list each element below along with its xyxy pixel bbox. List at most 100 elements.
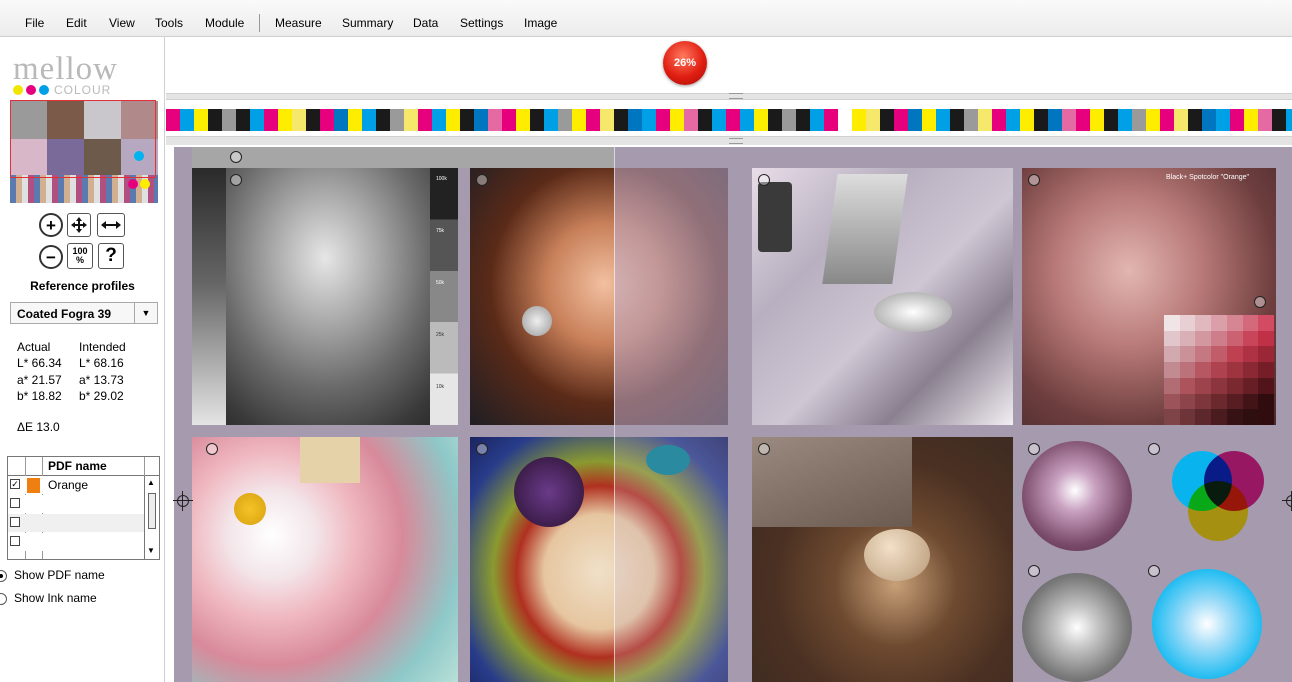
menu-measure[interactable]: Measure [275, 16, 322, 30]
splitter-grip-icon[interactable] [729, 93, 743, 99]
egg-in-nest-image [752, 437, 1013, 682]
menu-separator [259, 14, 260, 32]
help-button[interactable]: ? [98, 243, 124, 269]
tint-patch [1179, 315, 1196, 332]
patch-number-icon [1028, 174, 1040, 186]
patch-number-icon [1028, 565, 1040, 577]
color-patch [824, 109, 838, 131]
menu-edit[interactable]: Edit [66, 16, 87, 30]
fruit-bowl-image [470, 437, 728, 682]
color-control-strip[interactable] [166, 109, 1292, 131]
reference-profile-select[interactable]: Coated Fogra 39 ▼ [10, 302, 158, 324]
table-row[interactable] [8, 495, 144, 513]
color-patch [1216, 109, 1230, 131]
color-patch [362, 109, 376, 131]
tint-patch [1242, 362, 1259, 379]
patch-number-icon [758, 443, 770, 455]
tint-patch [1179, 393, 1196, 410]
color-patch [908, 109, 922, 131]
color-patch [376, 109, 390, 131]
fit-width-button[interactable] [97, 213, 125, 237]
color-patch [418, 109, 432, 131]
show-pdf-name-radio[interactable] [0, 570, 7, 582]
zoom-out-button[interactable]: − [39, 245, 63, 269]
row-checkbox[interactable] [10, 517, 20, 527]
color-patch [236, 109, 250, 131]
scroll-up-icon[interactable]: ▲ [147, 478, 155, 487]
intended-label: Intended [79, 340, 126, 354]
zoom-in-button[interactable]: + [39, 213, 63, 237]
color-patch [474, 109, 488, 131]
patch-number-icon [1148, 443, 1160, 455]
tint-patch [1226, 362, 1244, 379]
step-label: 25k [436, 332, 445, 338]
color-patch [530, 109, 544, 131]
step-label: 50k [436, 280, 445, 286]
patch-number-icon [230, 174, 242, 186]
tint-patch [1226, 377, 1244, 395]
color-patch [600, 109, 614, 131]
scroll-thumb[interactable] [148, 493, 156, 529]
table-scrollbar[interactable]: ▲ ▼ [144, 476, 159, 559]
color-patch [1034, 109, 1048, 131]
patch-number-icon [1254, 296, 1266, 308]
tint-patch [1179, 330, 1196, 347]
color-patch [880, 109, 894, 131]
tint-patch [1195, 393, 1212, 410]
sidebar: mellow COLOUR + − 100 % ? Reference prof… [0, 37, 165, 682]
table-row[interactable] [8, 533, 144, 551]
scroll-down-icon[interactable]: ▼ [147, 546, 155, 555]
row-checkbox[interactable] [10, 536, 20, 546]
pdf-name-column-header[interactable]: PDF name [48, 459, 107, 473]
tint-patch [1258, 409, 1275, 425]
fit-all-button[interactable] [67, 213, 91, 237]
tint-patch [1211, 315, 1228, 332]
move-arrows-icon [71, 217, 87, 233]
tint-patch [1258, 377, 1275, 395]
tint-patch [1242, 346, 1259, 363]
menu-module[interactable]: Module [205, 16, 244, 30]
menu-settings[interactable]: Settings [460, 16, 503, 30]
color-patch [1202, 109, 1216, 131]
show-ink-name-label[interactable]: Show Ink name [14, 591, 97, 606]
table-row[interactable] [8, 514, 144, 532]
row-pdf-name: Orange [48, 478, 89, 492]
zoom-100-button[interactable]: 100 % [67, 243, 93, 269]
magenta-sphere [1022, 441, 1132, 551]
tint-patch [1195, 377, 1212, 395]
magenta-dot-icon [26, 85, 36, 95]
menu-tools[interactable]: Tools [155, 16, 183, 30]
menu-summary[interactable]: Summary [342, 16, 393, 30]
show-ink-name-radio[interactable] [0, 593, 7, 605]
menu-image[interactable]: Image [524, 16, 557, 30]
menu-view[interactable]: View [109, 16, 135, 30]
color-patch [978, 109, 992, 131]
color-patch [222, 109, 236, 131]
color-patch [334, 109, 348, 131]
navigator-viewport-frame[interactable] [10, 100, 156, 178]
test-form-canvas[interactable]: 100k 75k 50k 25k 10k Black+ Spotcolor "O… [174, 147, 1292, 682]
row-checkbox[interactable] [10, 498, 20, 508]
menu-data[interactable]: Data [413, 16, 438, 30]
actual-l: L* 66.34 [17, 356, 62, 370]
table-row[interactable]: ✓ Orange [8, 476, 144, 494]
tint-patch [1211, 362, 1228, 379]
color-patch [1230, 109, 1244, 131]
row-checkbox[interactable]: ✓ [10, 479, 20, 489]
color-patch [194, 109, 208, 131]
cyan-sphere [1152, 569, 1262, 679]
crosshair-marker-icon[interactable] [173, 491, 193, 511]
crosshair-marker-icon[interactable] [1282, 491, 1292, 511]
color-patch [404, 109, 418, 131]
tint-patch [1258, 362, 1275, 379]
color-patch [488, 109, 502, 131]
menu-file[interactable]: File [25, 16, 44, 30]
chevron-down-icon[interactable]: ▼ [134, 303, 157, 323]
tint-patch [1195, 362, 1212, 379]
color-patch [1118, 109, 1132, 131]
splitter-grip-icon[interactable] [729, 138, 743, 144]
color-patch [390, 109, 404, 131]
show-pdf-name-label[interactable]: Show PDF name [14, 568, 105, 583]
gradient-spheres-panel [1022, 437, 1292, 682]
tint-patch [1195, 315, 1212, 332]
